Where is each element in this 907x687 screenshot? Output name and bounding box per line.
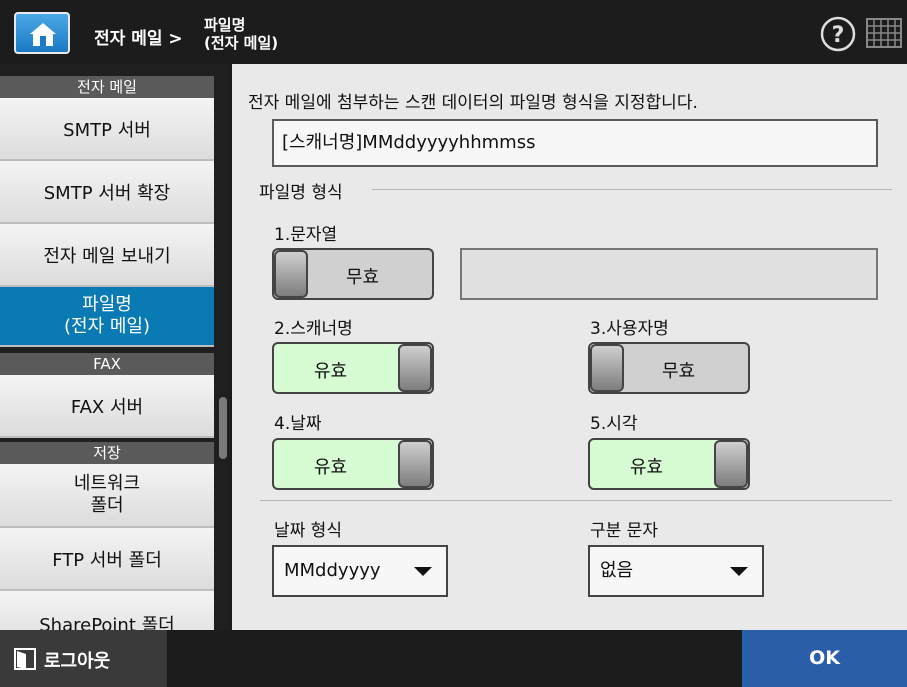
sidebar-item-sharepoint-folder[interactable]: SharePoint 폴더: [0, 591, 214, 630]
group-title-file-name-format: 파일명 형식: [259, 183, 343, 203]
sidebar: 전자 메일 SMTP 서버 SMTP 서버 확장 전자 메일 보내기 파일명 (…: [0, 64, 230, 630]
sidebar-scrollbar[interactable]: [219, 397, 227, 459]
option-label-string: 1.문자열: [274, 225, 338, 245]
logout-button[interactable]: 로그아웃: [0, 630, 167, 687]
toggle-state: 유효: [314, 457, 348, 478]
sidebar-item-label: (전자 메일): [63, 316, 150, 337]
file-name-preview: [스캐너명]MMddyyyyhhmmss: [272, 119, 878, 167]
date-format-label: 날짜 형식: [274, 521, 342, 541]
help-symbol: ?: [832, 23, 845, 48]
toggle-scanner-name[interactable]: 유효: [272, 342, 434, 394]
option-label-scanner-name: 2.스캐너명: [274, 319, 353, 339]
main-content: 전자 메일에 첨부하는 스캔 데이터의 파일명 형식을 지정합니다. [스캐너명…: [232, 64, 907, 630]
sidebar-item-ftp-folder[interactable]: FTP 서버 폴더: [0, 528, 214, 591]
separator-select[interactable]: 없음: [588, 545, 764, 597]
description-text: 전자 메일에 첨부하는 스캔 데이터의 파일명 형식을 지정합니다.: [248, 93, 698, 113]
toggle-time[interactable]: 유효: [588, 438, 750, 490]
toggle-knob: [714, 440, 748, 488]
sidebar-item-fax-server[interactable]: FAX 서버: [0, 375, 214, 438]
ok-button[interactable]: OK: [742, 630, 907, 687]
option-label-user-name: 3.사용자명: [590, 319, 669, 339]
option-label-date: 4.날짜: [274, 414, 322, 434]
sidebar-item-smtp-server[interactable]: SMTP 서버: [0, 98, 214, 161]
toggle-date[interactable]: 유효: [272, 438, 434, 490]
toggle-knob: [398, 440, 432, 488]
help-icon[interactable]: ?: [820, 16, 856, 52]
logout-icon: [14, 648, 36, 670]
sidebar-item-label: 네트워크: [73, 473, 141, 494]
chevron-down-icon: [414, 567, 432, 576]
page-title: 파일명 (전자 메일): [204, 16, 278, 52]
separator-value: 없음: [600, 560, 634, 581]
toggle-state: 무효: [662, 361, 696, 382]
sidebar-item-send-email[interactable]: 전자 메일 보내기: [0, 224, 214, 287]
breadcrumb[interactable]: 전자 메일 >: [94, 24, 183, 49]
chevron-down-icon: [730, 567, 748, 576]
toggle-state: 유효: [630, 457, 664, 478]
date-format-value: MMddyyyy: [284, 560, 381, 581]
home-button[interactable]: [14, 12, 70, 54]
date-format-select[interactable]: MMddyyyy: [272, 545, 448, 597]
header-bar: 전자 메일 > 파일명 (전자 메일) ?: [0, 0, 907, 64]
toggle-knob: [398, 344, 432, 392]
option-label-time: 5.시각: [590, 414, 638, 434]
toggle-state: 유효: [314, 361, 348, 382]
toggle-string[interactable]: 무효: [272, 248, 434, 300]
group-divider: [372, 189, 892, 190]
sidebar-item-label: 폴더: [90, 495, 124, 516]
sidebar-item-file-name-email[interactable]: 파일명 (전자 메일): [0, 287, 214, 347]
page-title-line2: (전자 메일): [204, 34, 279, 52]
page-title-line1: 파일명: [204, 16, 246, 34]
section-header-email: 전자 메일: [0, 76, 214, 98]
footer-bar: 로그아웃 OK: [0, 630, 907, 687]
toggle-knob: [590, 344, 624, 392]
logout-label: 로그아웃: [44, 651, 111, 672]
toggle-user-name[interactable]: 무효: [588, 342, 750, 394]
sidebar-item-smtp-server-ext[interactable]: SMTP 서버 확장: [0, 161, 214, 224]
toggle-knob: [274, 250, 308, 298]
sidebar-item-label: 파일명: [82, 294, 132, 315]
section-header-save: 저장: [0, 442, 214, 464]
string-input[interactable]: [460, 248, 878, 300]
section-divider: [260, 500, 892, 501]
toggle-state: 무효: [346, 267, 380, 288]
separator-label: 구분 문자: [590, 521, 658, 541]
sidebar-item-network-folder[interactable]: 네트워크 폴더: [0, 464, 214, 528]
home-icon: [30, 23, 56, 46]
section-header-fax: FAX: [0, 353, 214, 375]
keyboard-icon[interactable]: [866, 18, 902, 48]
